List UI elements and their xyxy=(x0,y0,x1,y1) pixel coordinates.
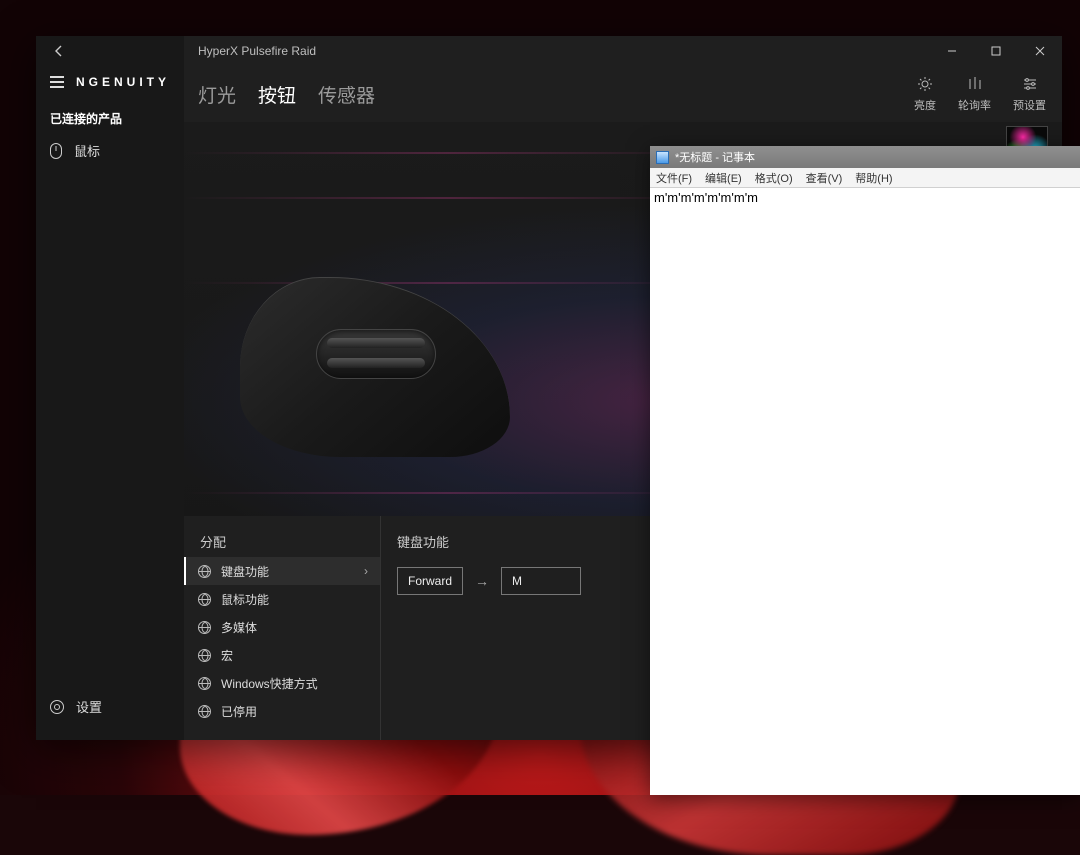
sidebar: NGENUITY 已连接的产品 鼠标 设置 xyxy=(36,36,184,740)
assign-item-label: 多媒体 xyxy=(221,619,257,636)
assign-item-label: 键盘功能 xyxy=(221,563,269,580)
globe-icon xyxy=(198,649,211,662)
assign-item-mouse[interactable]: 鼠标功能 xyxy=(184,585,380,613)
watermark-text: 什么值得买 xyxy=(992,758,1062,778)
assign-item-media[interactable]: 多媒体 xyxy=(184,613,380,641)
arrow-left-icon xyxy=(52,44,66,58)
watermark-icon: 值 xyxy=(960,755,986,781)
tab-buttons[interactable]: 按钮 xyxy=(258,75,296,114)
presets-label: 预设置 xyxy=(1013,97,1046,113)
top-bar: 灯光 按钮 传感器 亮度 轮询率 预设置 xyxy=(184,66,1062,122)
assign-item-label: 已停用 xyxy=(221,703,257,720)
hamburger-icon[interactable] xyxy=(50,76,64,88)
minimize-button[interactable] xyxy=(930,36,974,66)
mouse-icon xyxy=(50,143,62,159)
tab-bar: 灯光 按钮 传感器 xyxy=(198,75,375,114)
assign-item-keyboard[interactable]: 键盘功能 › xyxy=(184,557,380,585)
menu-format[interactable]: 格式(O) xyxy=(755,170,793,186)
window-title: HyperX Pulsefire Raid xyxy=(198,44,316,58)
globe-icon xyxy=(198,593,211,606)
globe-icon xyxy=(198,621,211,634)
globe-icon xyxy=(198,705,211,718)
assign-panel: 分配 键盘功能 › 鼠标功能 多媒体 xyxy=(184,516,381,740)
mouse-side-view xyxy=(240,277,510,457)
arrow-right-icon: → xyxy=(475,573,489,589)
sidebar-item-label: 设置 xyxy=(76,697,102,716)
notepad-menubar: 文件(F) 编辑(E) 格式(O) 查看(V) 帮助(H) xyxy=(650,168,1080,188)
window-controls xyxy=(930,36,1062,66)
mapped-key-value: M xyxy=(512,574,522,588)
menu-edit[interactable]: 编辑(E) xyxy=(705,170,742,186)
assign-item-macro[interactable]: 宏 xyxy=(184,641,380,669)
sidebar-item-label: 鼠标 xyxy=(74,141,100,160)
source-button-label: Forward xyxy=(408,574,452,588)
window-titlebar: HyperX Pulsefire Raid xyxy=(184,36,1062,66)
menu-view[interactable]: 查看(V) xyxy=(806,170,843,186)
sidebar-item-mouse[interactable]: 鼠标 xyxy=(36,133,184,168)
notepad-titlebar[interactable]: *无标题 - 记事本 xyxy=(650,146,1080,168)
menu-help[interactable]: 帮助(H) xyxy=(855,170,892,186)
maximize-button[interactable] xyxy=(974,36,1018,66)
assign-item-winshortcut[interactable]: Windows快捷方式 xyxy=(184,669,380,697)
menu-file[interactable]: 文件(F) xyxy=(656,170,692,186)
globe-icon xyxy=(198,565,211,578)
notepad-content: m'm'm'm'm'm'm'm xyxy=(654,190,758,205)
presets-action[interactable]: 预设置 xyxy=(1013,75,1046,113)
assign-item-disable[interactable]: 已停用 xyxy=(184,697,380,725)
mapped-key-input[interactable]: M xyxy=(501,567,581,595)
assign-item-label: Windows快捷方式 xyxy=(221,675,318,692)
globe-icon xyxy=(198,677,211,690)
notepad-window: *无标题 - 记事本 文件(F) 编辑(E) 格式(O) 查看(V) 帮助(H)… xyxy=(650,146,1080,795)
polling-icon xyxy=(966,75,984,93)
assign-panel-title: 分配 xyxy=(184,516,380,557)
sidebar-item-settings[interactable]: 设置 xyxy=(36,689,184,724)
back-button[interactable] xyxy=(36,36,184,66)
presets-icon xyxy=(1021,75,1039,93)
notepad-title-text: *无标题 - 记事本 xyxy=(675,149,755,165)
assign-item-label: 鼠标功能 xyxy=(221,591,269,608)
tab-sensor[interactable]: 传感器 xyxy=(318,75,375,114)
assign-item-label: 宏 xyxy=(221,647,233,664)
chevron-right-icon: › xyxy=(364,564,368,578)
notepad-icon xyxy=(656,151,669,164)
brightness-label: 亮度 xyxy=(914,97,936,113)
brightness-icon xyxy=(916,75,934,93)
sidebar-header: NGENUITY xyxy=(36,66,184,97)
close-button[interactable] xyxy=(1018,36,1062,66)
tab-lighting[interactable]: 灯光 xyxy=(198,75,236,114)
polling-label: 轮询率 xyxy=(958,97,991,113)
app-logo: NGENUITY xyxy=(76,75,170,89)
assign-list: 键盘功能 › 鼠标功能 多媒体 宏 xyxy=(184,557,380,725)
notepad-textarea[interactable]: m'm'm'm'm'm'm'm xyxy=(650,188,1080,795)
connected-products-title: 已连接的产品 xyxy=(36,97,184,133)
watermark: 值 什么值得买 xyxy=(960,755,1062,781)
brightness-action[interactable]: 亮度 xyxy=(914,75,936,113)
gear-icon xyxy=(50,700,64,714)
source-button-box[interactable]: Forward xyxy=(397,567,463,595)
polling-action[interactable]: 轮询率 xyxy=(958,75,991,113)
top-actions: 亮度 轮询率 预设置 xyxy=(914,75,1046,113)
